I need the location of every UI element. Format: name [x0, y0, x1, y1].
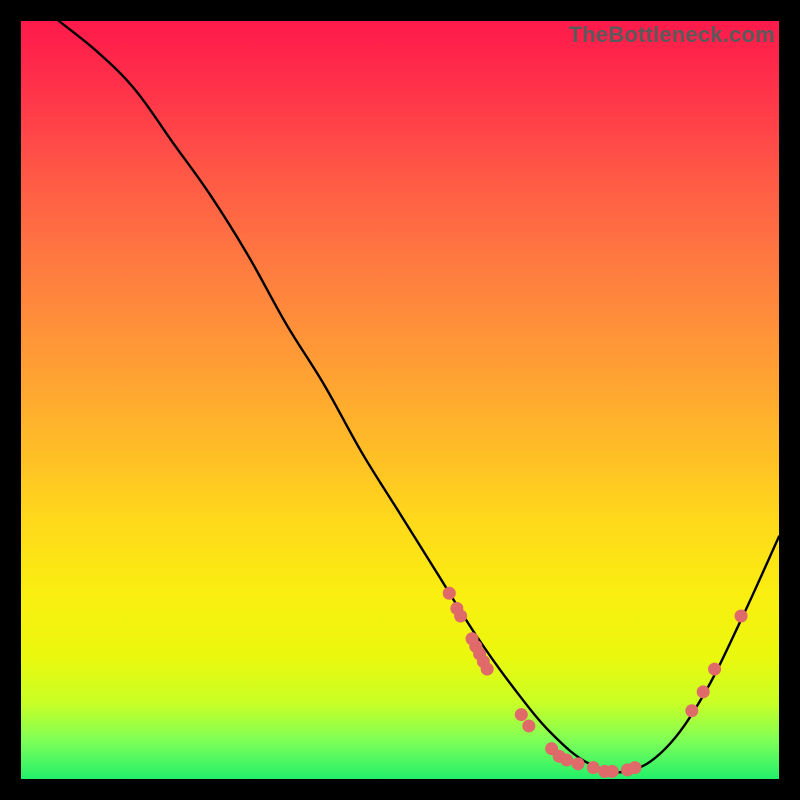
watermark-text: TheBottleneck.com	[569, 22, 775, 48]
chart-marker	[481, 663, 494, 676]
chart-marker	[628, 761, 641, 774]
chart-marker	[454, 610, 467, 623]
chart-marker	[522, 719, 535, 732]
chart-marker	[443, 587, 456, 600]
chart-marker	[587, 761, 600, 774]
chart-plot-area: TheBottleneck.com	[21, 21, 779, 779]
chart-marker	[606, 765, 619, 778]
chart-marker	[735, 610, 748, 623]
chart-marker	[708, 663, 721, 676]
chart-frame: TheBottleneck.com	[21, 21, 779, 779]
chart-curve	[59, 21, 779, 772]
chart-marker	[572, 757, 585, 770]
chart-stage: TheBottleneck.com	[0, 0, 800, 800]
chart-marker	[685, 704, 698, 717]
chart-svg-layer	[21, 21, 779, 779]
chart-marker	[515, 708, 528, 721]
chart-marker	[560, 754, 573, 767]
chart-marker	[697, 685, 710, 698]
chart-markers	[443, 587, 748, 778]
